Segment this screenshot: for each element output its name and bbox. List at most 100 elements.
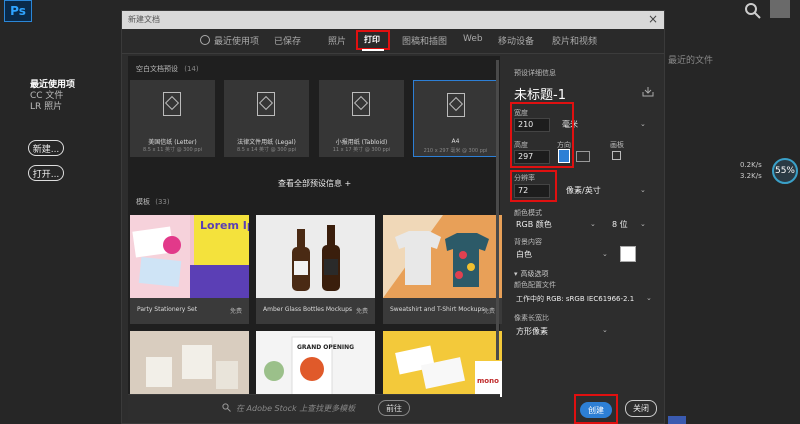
- preset-name: A4: [451, 138, 460, 145]
- templates-count: (33): [155, 198, 170, 206]
- blank-presets-title: 空白文档预设: [136, 65, 178, 73]
- home-open-button[interactable]: 打开...: [28, 165, 64, 181]
- blank-presets-label: 空白文档预设 (14): [136, 64, 199, 74]
- resolution-highlight: [510, 170, 557, 202]
- artboard-checkbox[interactable]: [612, 151, 621, 160]
- save-preset-icon[interactable]: [642, 86, 654, 97]
- pixel-aspect-select[interactable]: 方形像素: [516, 326, 548, 337]
- chevron-down-icon[interactable]: ⌄: [640, 186, 646, 194]
- tab-web[interactable]: Web: [463, 34, 483, 44]
- landscape-orientation-icon[interactable]: [576, 151, 590, 162]
- preset-card-tabloid[interactable]: 小报用纸 (Tabloid) 11 x 17 英寸 @ 300 ppi: [319, 80, 404, 157]
- dialog-title: 新建文档: [128, 15, 160, 24]
- template-mugs[interactable]: [130, 331, 249, 397]
- templates-title: 模板: [136, 198, 150, 206]
- document-icon: [447, 93, 465, 117]
- advanced-options-label: 高级选项: [520, 270, 549, 278]
- template-art-text: mono: [477, 377, 499, 385]
- color-mode-select[interactable]: RGB 颜色: [516, 219, 552, 230]
- close-button[interactable]: 关闭: [625, 400, 657, 417]
- download-speed: 3.2K/s: [740, 172, 762, 180]
- free-badge: 免费: [355, 308, 368, 315]
- preset-name: 法律文件用纸 (Legal): [237, 139, 296, 146]
- template-business-cards[interactable]: mono: [383, 331, 502, 397]
- template-party-stationery[interactable]: Lorem Ipsum Party Stationery Set 免费: [130, 215, 249, 324]
- user-avatar[interactable]: [770, 0, 790, 18]
- tab-mobile[interactable]: 移动设备: [498, 34, 534, 47]
- preset-card-a4[interactable]: A4 210 x 297 毫米 @ 300 ppi: [413, 80, 498, 157]
- preset-card-letter[interactable]: 美国信纸 (Letter) 8.5 x 11 英寸 @ 300 ppi: [130, 80, 215, 157]
- chevron-down-icon[interactable]: ⌄: [590, 220, 596, 228]
- color-mode-label: 颜色模式: [514, 209, 542, 217]
- home-new-button[interactable]: 新建...: [28, 140, 64, 156]
- clock-icon: [200, 35, 210, 45]
- document-icon: [257, 92, 275, 116]
- background-label: 背景内容: [514, 238, 542, 246]
- background-taskbar-thumb: [668, 416, 686, 424]
- chevron-down-icon[interactable]: ⌄: [640, 220, 646, 228]
- template-grand-opening[interactable]: GRAND OPENING: [256, 331, 375, 397]
- preset-name: 小报用纸 (Tabloid): [335, 139, 388, 146]
- presets-panel: 空白文档预设 (14) 美国信纸 (Letter) 8.5 x 11 英寸 @ …: [128, 56, 502, 420]
- document-icon: [163, 92, 181, 116]
- chevron-down-icon[interactable]: ⌄: [646, 294, 652, 302]
- document-icon: [352, 92, 370, 116]
- network-speed-widget: 0.2K/s 3.2K/s: [740, 160, 762, 182]
- print-tab-underline: [362, 49, 384, 51]
- view-all-presets-link[interactable]: 查看全部预设信息 +: [278, 178, 351, 189]
- template-thumbnail: [256, 215, 375, 298]
- search-icon[interactable]: [744, 2, 762, 20]
- chevron-down-icon: ▾: [514, 270, 518, 278]
- template-thumbnail: [383, 215, 502, 298]
- advanced-options-toggle[interactable]: ▾ 高级选项: [514, 269, 549, 279]
- chevron-down-icon[interactable]: ⌄: [602, 326, 608, 334]
- network-percent-badge: 55%: [772, 158, 798, 184]
- tab-saved[interactable]: 已保存: [274, 34, 301, 47]
- background-select[interactable]: 白色: [516, 249, 532, 260]
- stock-go-button[interactable]: 前往: [378, 400, 410, 416]
- chevron-down-icon[interactable]: ⌄: [602, 250, 608, 258]
- template-caption: Sweatshirt and T-Shirt Mockups: [390, 306, 485, 313]
- template-art-text: GRAND OPENING: [297, 344, 354, 351]
- dialog-titlebar: 新建文档 ×: [122, 11, 664, 29]
- templates-scrollbar[interactable]: [496, 60, 499, 360]
- preset-size: 8.5 x 11 英寸 @ 300 ppi: [142, 147, 203, 153]
- preset-size: 11 x 17 英寸 @ 300 ppi: [332, 147, 391, 153]
- bit-depth-select[interactable]: 8 位: [612, 219, 628, 230]
- blank-presets-count: (14): [184, 65, 199, 73]
- template-art-text: Lorem Ipsum: [200, 219, 249, 232]
- home-nav-recent[interactable]: 最近使用项: [30, 80, 75, 91]
- color-profile-label: 颜色配置文件: [514, 281, 556, 289]
- home-nav-cc-files[interactable]: CC 文件: [30, 91, 75, 102]
- dialog-tabs: 最近使用项 已保存 照片 打印 图稿和插图 Web 移动设备 胶片和视频: [122, 29, 664, 54]
- preset-name: 美国信纸 (Letter): [148, 139, 197, 146]
- template-caption: Party Stationery Set: [137, 306, 198, 313]
- color-profile-select[interactable]: 工作中的 RGB: sRGB IEC61966-2.1: [516, 294, 634, 304]
- artboard-label: 画板: [610, 141, 624, 149]
- background-color-swatch[interactable]: [620, 246, 636, 262]
- search-icon: [222, 403, 231, 412]
- template-caption: Amber Glass Bottles Mockups: [263, 306, 353, 313]
- chevron-down-icon[interactable]: ⌄: [640, 120, 646, 128]
- tab-art-illustration[interactable]: 图稿和插图: [402, 34, 447, 47]
- preset-size: 210 x 297 毫米 @ 300 ppi: [423, 148, 488, 154]
- document-name-input[interactable]: 未标题-1: [514, 84, 566, 103]
- stock-search-input[interactable]: 在 Adobe Stock 上查找更多模板: [236, 403, 355, 414]
- free-badge: 免费: [482, 308, 495, 315]
- template-amber-bottles[interactable]: Amber Glass Bottles Mockups 免费: [256, 215, 375, 324]
- stock-search-bar: 在 Adobe Stock 上查找更多模板 前往: [128, 394, 500, 420]
- tab-film-video[interactable]: 胶片和视频: [552, 34, 597, 47]
- free-badge: 免费: [229, 308, 242, 315]
- close-icon[interactable]: ×: [648, 12, 658, 26]
- template-sweatshirt-tshirt[interactable]: Sweatshirt and T-Shirt Mockups 免费: [383, 215, 502, 324]
- preset-card-legal[interactable]: 法律文件用纸 (Legal) 8.5 x 14 英寸 @ 300 ppi: [224, 80, 309, 157]
- create-highlight: [574, 394, 618, 424]
- resolution-unit-select[interactable]: 像素/英寸: [566, 185, 601, 196]
- home-nav-lr-photos[interactable]: LR 照片: [30, 102, 75, 113]
- tab-photo[interactable]: 照片: [328, 34, 346, 47]
- template-thumbnail: Lorem Ipsum: [130, 215, 249, 298]
- preset-details-header: 预设详细信息: [514, 69, 556, 77]
- new-document-dialog: 新建文档 × 最近使用项 已保存 照片 打印 图稿和插图 Web 移动设备 胶片…: [121, 10, 665, 424]
- preset-size: 8.5 x 14 英寸 @ 300 ppi: [236, 147, 297, 153]
- tab-recent[interactable]: 最近使用项: [214, 34, 259, 47]
